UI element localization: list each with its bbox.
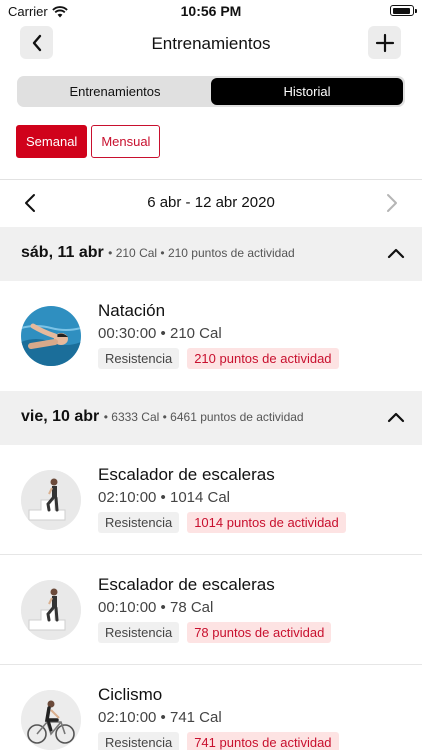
history-segmented-control: Entrenamientos Historial [17, 76, 405, 107]
workout-name: Natación [98, 301, 166, 320]
workout-meta: 00:10:00 • 78 Cal [98, 599, 214, 616]
category-badge: Resistencia [98, 622, 180, 643]
chevron-right-icon [387, 194, 397, 212]
workout-meta: 02:10:00 • 1014 Cal [98, 489, 231, 506]
next-week-button[interactable] [380, 190, 404, 216]
day-title: vie, 10 abr • 6333 Cal • 6461 puntos de … [21, 408, 304, 426]
workout-meta: 00:30:00 • 210 Cal [98, 325, 222, 342]
period-selector: Semanal Mensual [16, 125, 161, 158]
workout-name: Ciclismo [98, 685, 163, 704]
swimmer-avatar [21, 306, 81, 366]
stair-climber-avatar [21, 580, 81, 640]
divider [0, 179, 422, 180]
tab-historial[interactable]: Historial [211, 78, 403, 105]
workout-name: Escalador de escaleras [98, 465, 275, 484]
activity-points-badge: 1014 puntos de actividad [187, 512, 346, 533]
workout-item[interactable]: Escalador de escaleras 02:10:00 • 1014 C… [0, 445, 422, 555]
day-summary: • 210 Cal • 210 puntos de actividad [108, 246, 295, 260]
workout-item[interactable]: Escalador de escaleras 00:10:00 • 78 Cal… [0, 555, 422, 665]
activity-points-badge: 78 puntos de actividad [187, 622, 332, 643]
cyclist-avatar [21, 690, 81, 750]
status-time: 10:56 PM [180, 3, 242, 19]
date-range-label: 6 abr - 12 abr 2020 [147, 194, 275, 211]
day-date: sáb, 11 abr [21, 244, 104, 261]
day-section-header[interactable]: sáb, 11 abr • 210 Cal • 210 puntos de ac… [0, 227, 422, 281]
stair-climber-image [21, 580, 81, 640]
category-badge: Resistencia [98, 732, 180, 750]
day-title: sáb, 11 abr • 210 Cal • 210 puntos de ac… [21, 244, 295, 262]
workout-tags: Resistencia 210 puntos de actividad [98, 348, 339, 369]
plus-icon [375, 33, 394, 52]
workout-tags: Resistencia 741 puntos de actividad [98, 732, 339, 750]
stair-climber-image [21, 470, 81, 530]
nav-bar: Entrenamientos [0, 26, 422, 62]
tab-entrenamientos[interactable]: Entrenamientos [19, 78, 211, 105]
weekly-button[interactable]: Semanal [16, 125, 88, 158]
cyclist-image [21, 690, 81, 750]
date-navigator: 6 abr - 12 abr 2020 [0, 186, 422, 220]
workout-item[interactable]: Ciclismo 02:10:00 • 741 Cal Resistencia … [0, 665, 422, 750]
chevron-up-icon[interactable] [386, 245, 406, 261]
day-section-header[interactable]: vie, 10 abr • 6333 Cal • 6461 puntos de … [0, 391, 422, 445]
add-button[interactable] [368, 26, 401, 59]
day-summary: • 6333 Cal • 6461 puntos de actividad [103, 410, 304, 424]
category-badge: Resistencia [98, 512, 180, 533]
chevron-up-icon[interactable] [386, 409, 406, 425]
category-badge: Resistencia [98, 348, 180, 369]
swimmer-image [21, 306, 81, 366]
activity-points-badge: 210 puntos de actividad [187, 348, 339, 369]
page-title: Entrenamientos [151, 34, 271, 53]
workout-name: Escalador de escaleras [98, 575, 275, 594]
workout-meta: 02:10:00 • 741 Cal [98, 709, 222, 726]
day-date: vie, 10 abr [21, 408, 100, 425]
workout-tags: Resistencia 1014 puntos de actividad [98, 512, 346, 533]
status-bar: Carrier 10:56 PM [0, 0, 422, 22]
battery-icon [390, 5, 417, 16]
monthly-button[interactable]: Mensual [91, 125, 161, 158]
workout-item[interactable]: Natación 00:30:00 • 210 Cal Resistencia … [0, 281, 422, 391]
workout-tags: Resistencia 78 puntos de actividad [98, 622, 332, 643]
activity-points-badge: 741 puntos de actividad [187, 732, 339, 750]
stair-climber-avatar [21, 470, 81, 530]
